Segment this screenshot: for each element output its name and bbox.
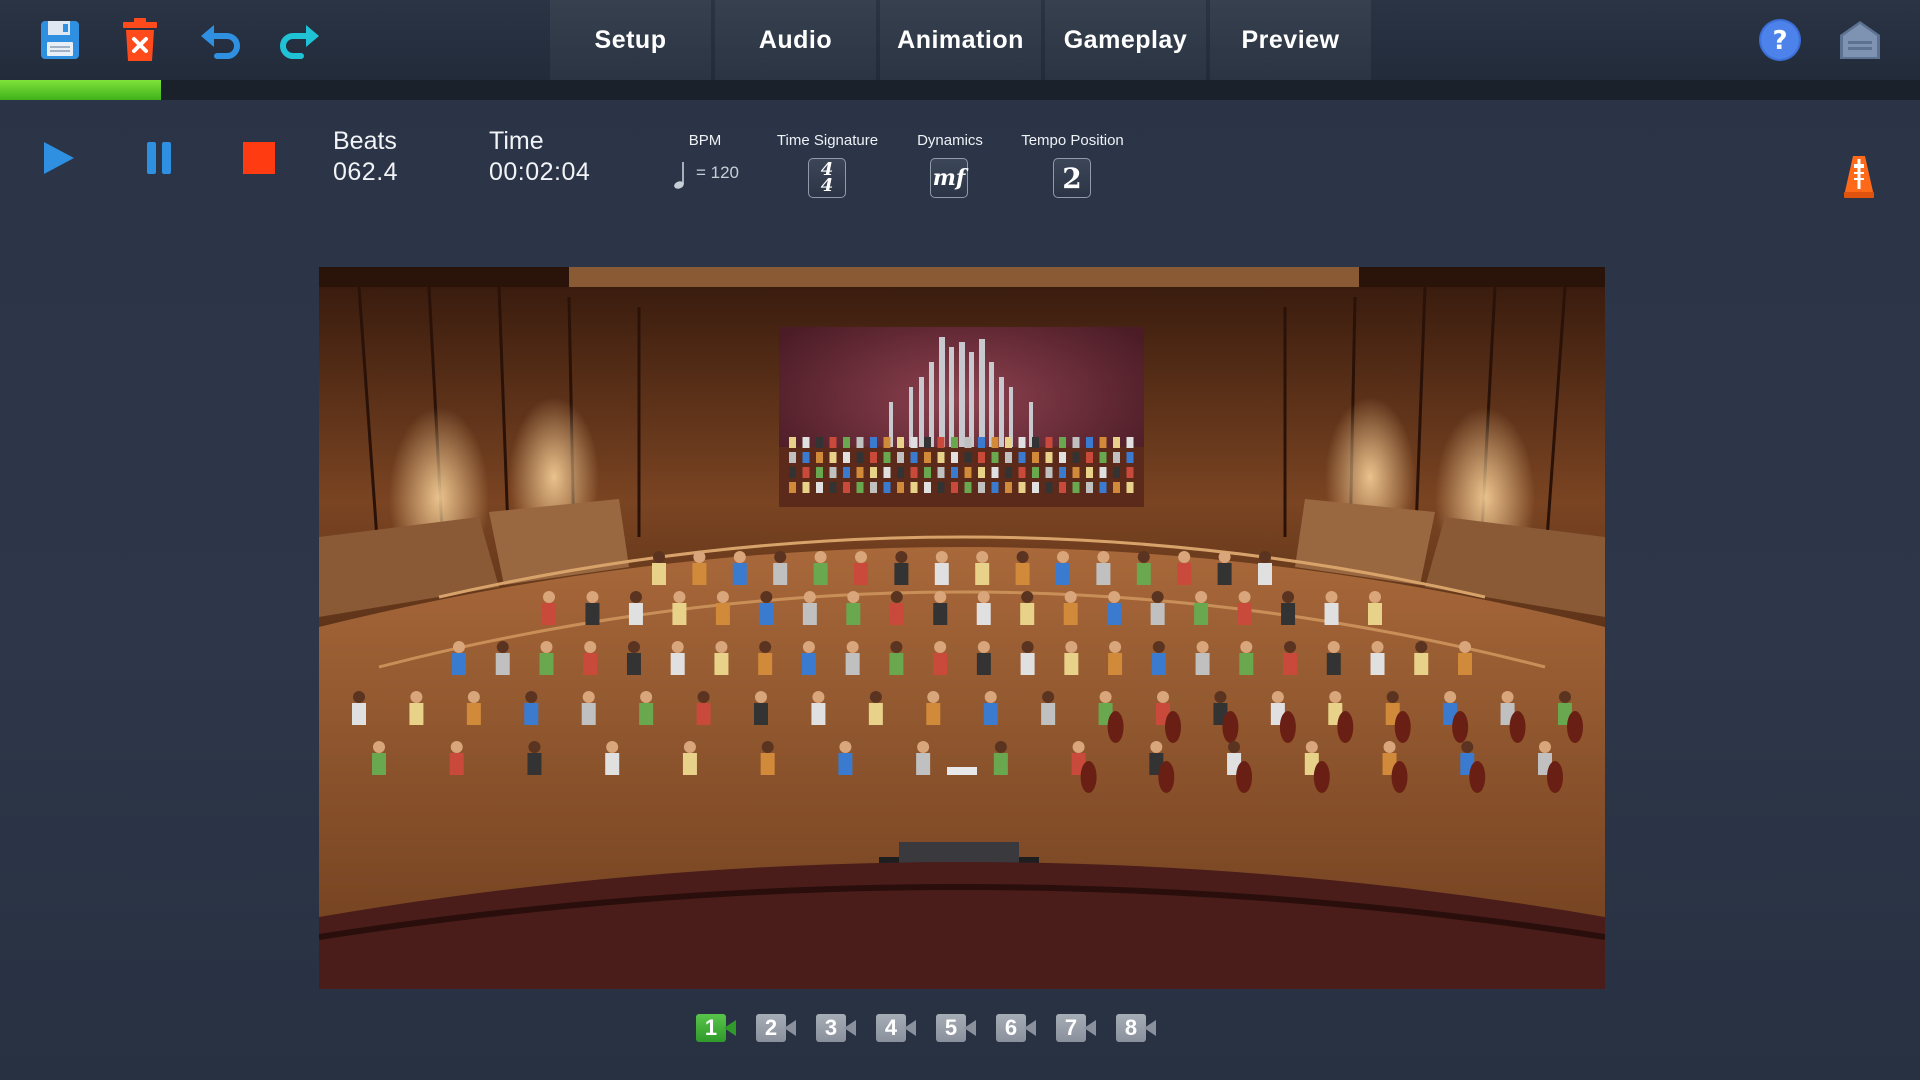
delete-button[interactable] bbox=[114, 14, 166, 66]
time-signature-label: Time Signature bbox=[776, 132, 879, 149]
tab-animation[interactable]: Animation bbox=[880, 0, 1041, 80]
camera-number: 3 bbox=[816, 1014, 846, 1042]
dynamics-label: Dynamics bbox=[917, 132, 983, 149]
camera-number: 6 bbox=[996, 1014, 1026, 1042]
home-button[interactable] bbox=[1834, 14, 1886, 66]
tempo-position-button[interactable]: 2 bbox=[1053, 158, 1091, 198]
time-label: Time bbox=[489, 127, 544, 155]
camera-lens-icon bbox=[844, 1020, 856, 1036]
beats-label: Beats bbox=[333, 127, 397, 155]
camera-number: 7 bbox=[1056, 1014, 1086, 1042]
bpm-value: = 120 bbox=[696, 163, 740, 182]
orchestra-scene-image bbox=[319, 267, 1605, 989]
camera-3-button[interactable]: 3 bbox=[816, 1014, 860, 1042]
song-progress-bar[interactable] bbox=[0, 80, 1920, 100]
concert-hall-viewport[interactable] bbox=[319, 267, 1605, 989]
camera-number: 2 bbox=[756, 1014, 786, 1042]
camera-1-button[interactable]: 1 bbox=[696, 1014, 740, 1042]
quarter-note-icon bbox=[674, 162, 684, 189]
tab-setup-label: Setup bbox=[594, 25, 667, 54]
metronome-icon bbox=[1844, 156, 1874, 198]
trash-delete-icon bbox=[123, 18, 157, 61]
home-icon bbox=[1840, 21, 1880, 59]
metronome-button[interactable] bbox=[1840, 154, 1878, 200]
svg-text:?: ? bbox=[1772, 26, 1787, 56]
top-toolbar: Setup Audio Animation Gameplay Preview ? bbox=[0, 0, 1920, 80]
tab-gameplay-label: Gameplay bbox=[1063, 25, 1188, 54]
camera-lens-icon bbox=[724, 1020, 736, 1036]
undo-arrow-icon bbox=[201, 25, 240, 59]
camera-lens-icon bbox=[964, 1020, 976, 1036]
camera-lens-icon bbox=[904, 1020, 916, 1036]
tab-audio-label: Audio bbox=[758, 25, 833, 54]
main-tab-bar: Setup Audio Animation Gameplay Preview bbox=[550, 0, 1371, 80]
play-icon bbox=[44, 142, 74, 174]
camera-7-button[interactable]: 7 bbox=[1056, 1014, 1100, 1042]
play-button[interactable] bbox=[36, 136, 80, 180]
camera-lens-icon bbox=[1084, 1020, 1096, 1036]
camera-lens-icon bbox=[784, 1020, 796, 1036]
question-mark-icon: ? bbox=[1759, 19, 1801, 61]
camera-8-button[interactable]: 8 bbox=[1116, 1014, 1160, 1042]
camera-number: 5 bbox=[936, 1014, 966, 1042]
camera-number: 8 bbox=[1116, 1014, 1146, 1042]
beats-value: 062.4 bbox=[333, 158, 399, 186]
tab-animation-label: Animation bbox=[897, 25, 1024, 54]
floppy-disk-icon bbox=[41, 21, 79, 59]
camera-number: 4 bbox=[876, 1014, 906, 1042]
camera-2-button[interactable]: 2 bbox=[756, 1014, 800, 1042]
camera-lens-icon bbox=[1024, 1020, 1036, 1036]
save-button[interactable] bbox=[34, 14, 86, 66]
stop-icon bbox=[243, 142, 275, 174]
undo-button[interactable] bbox=[194, 14, 246, 66]
pause-icon bbox=[147, 142, 171, 174]
tab-audio[interactable]: Audio bbox=[715, 0, 876, 80]
stop-button[interactable] bbox=[237, 136, 281, 180]
time-signature-denominator: 4 bbox=[820, 175, 834, 196]
redo-button[interactable] bbox=[274, 14, 326, 66]
redo-arrow-icon bbox=[280, 25, 319, 59]
tab-setup[interactable]: Setup bbox=[550, 0, 711, 80]
camera-5-button[interactable]: 5 bbox=[936, 1014, 980, 1042]
tempo-position-label: Tempo Position bbox=[1021, 132, 1124, 149]
time-value: 00:02:04 bbox=[489, 158, 591, 186]
help-button[interactable]: ? bbox=[1754, 14, 1806, 66]
tempo-position-value: 2 bbox=[1062, 161, 1082, 195]
time-signature-button[interactable]: 4 4 bbox=[808, 158, 846, 198]
dynamics-button[interactable]: mf bbox=[930, 158, 968, 198]
camera-number: 1 bbox=[696, 1014, 726, 1042]
tab-gameplay[interactable]: Gameplay bbox=[1045, 0, 1206, 80]
bpm-control[interactable]: = 120 bbox=[670, 160, 750, 192]
tab-preview-label: Preview bbox=[1241, 25, 1340, 54]
pause-button[interactable] bbox=[137, 136, 181, 180]
camera-lens-icon bbox=[1144, 1020, 1156, 1036]
tab-preview[interactable]: Preview bbox=[1210, 0, 1371, 80]
camera-4-button[interactable]: 4 bbox=[876, 1014, 920, 1042]
dynamics-value: mf bbox=[932, 165, 966, 191]
bpm-label: BPM bbox=[688, 132, 722, 149]
camera-6-button[interactable]: 6 bbox=[996, 1014, 1040, 1042]
song-progress-fill bbox=[0, 80, 162, 100]
